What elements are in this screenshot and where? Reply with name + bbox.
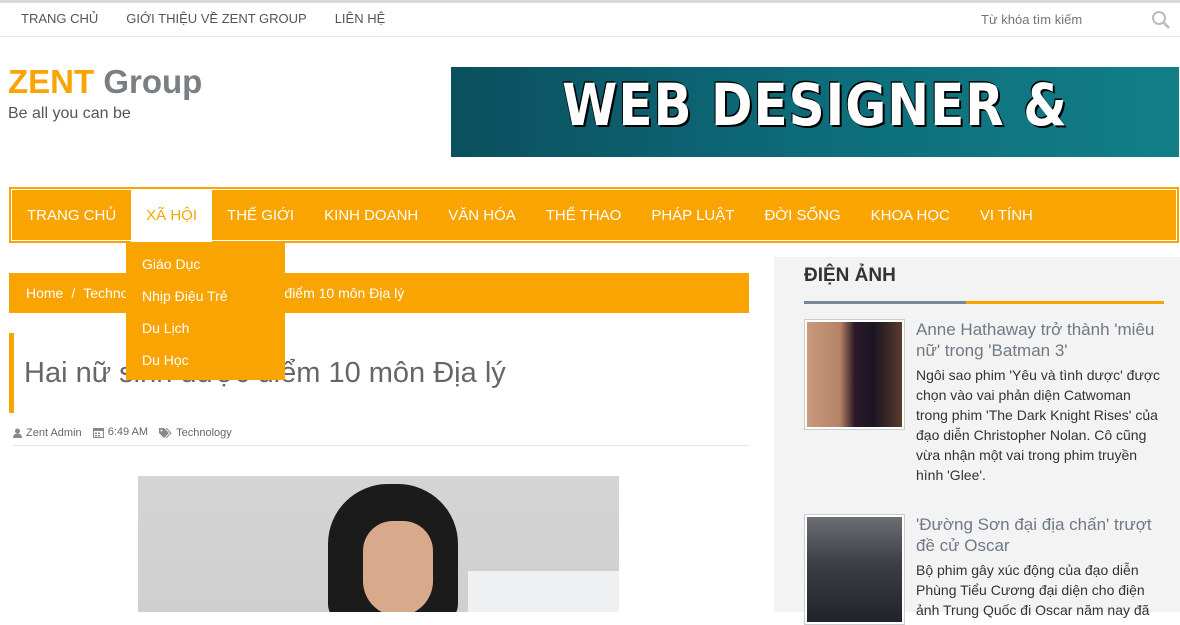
news-thumbnail[interactable] bbox=[804, 514, 905, 625]
top-link-home[interactable]: TRANG CHỦ bbox=[0, 3, 112, 36]
main-nav: TRANG CHỦ XÃ HỘI THẾ GIỚI KINH DOANH VĂN… bbox=[9, 187, 1179, 243]
post-category[interactable]: Technology bbox=[159, 427, 232, 439]
top-link-contact[interactable]: LIÊN HỆ bbox=[321, 3, 400, 36]
calendar-icon bbox=[92, 427, 104, 438]
post-meta: Zent Admin 6:49 AM Technology bbox=[13, 426, 749, 446]
dropdown-item-giao-duc[interactable]: Giáo Dục bbox=[126, 248, 285, 280]
search-input[interactable] bbox=[981, 12, 1146, 27]
top-bar: TRANG CHỦ GIỚI THIỆU VỀ ZENT GROUP LIÊN … bbox=[0, 0, 1180, 37]
news-thumbnail[interactable] bbox=[804, 319, 905, 430]
post-title: Hai nữ sinh được điểm 10 môn Địa lý bbox=[9, 333, 749, 413]
dropdown-item-nhip-dieu-tre[interactable]: Nhịp Điệu Trẻ bbox=[126, 280, 285, 312]
nav-item-vi-tinh[interactable]: VI TÍNH bbox=[965, 190, 1048, 242]
nav-dropdown-xa-hoi: Giáo Dục Nhịp Điệu Trẻ Du Lịch Du Học bbox=[126, 242, 285, 380]
post-author-name: Zent Admin bbox=[26, 426, 82, 439]
nav-item-khoa-hoc[interactable]: KHOA HỌC bbox=[856, 190, 965, 242]
breadcrumb-category[interactable]: Techno bbox=[83, 285, 128, 301]
widget-underline bbox=[804, 301, 1164, 304]
nav-item-doi-song[interactable]: ĐỜI SỐNG bbox=[749, 190, 855, 242]
dropdown-item-du-hoc[interactable]: Du Học bbox=[126, 344, 285, 376]
breadcrumb-home[interactable]: Home bbox=[26, 285, 63, 301]
post-time: 6:49 AM bbox=[92, 426, 149, 438]
breadcrumb: Home / Techno điểm 10 môn Địa lý bbox=[9, 273, 749, 313]
nav-item-the-gioi[interactable]: THẾ GIỚI bbox=[212, 190, 309, 242]
news-description: Bộ phim gây xúc động của đạo diễn Phùng … bbox=[916, 562, 1150, 618]
nav-item-kinh-doanh[interactable]: KINH DOANH bbox=[309, 190, 433, 242]
site-tagline: Be all you can be bbox=[8, 105, 131, 122]
nav-item-xa-hoi[interactable]: XÃ HỘI bbox=[131, 190, 213, 242]
widget-title: ĐIỆN ẢNH bbox=[804, 265, 896, 286]
search-icon[interactable] bbox=[1150, 9, 1172, 31]
tags-icon bbox=[159, 427, 172, 438]
nav-item-trang-chu[interactable]: TRANG CHỦ bbox=[12, 190, 131, 242]
logo-group: Group bbox=[103, 63, 203, 100]
user-icon bbox=[13, 428, 22, 438]
breadcrumb-current: điểm 10 môn Địa lý bbox=[284, 285, 405, 301]
site-logo[interactable]: ZENT Group bbox=[8, 62, 202, 102]
news-description: Ngôi sao phim 'Yêu và tình dược' được ch… bbox=[916, 367, 1161, 483]
brand: ZENT Group Be all you can be bbox=[8, 62, 202, 123]
nav-item-the-thao[interactable]: THỂ THAO bbox=[531, 190, 637, 242]
top-nav: TRANG CHỦ GIỚI THIỆU VỀ ZENT GROUP LIÊN … bbox=[0, 3, 399, 36]
post-author[interactable]: Zent Admin bbox=[13, 427, 82, 439]
news-title[interactable]: 'Đường Sơn đại địa chấn' trượt đề cử Osc… bbox=[916, 514, 1166, 556]
banner-text: WEB DESIGNER & DEVELOPER bbox=[562, 71, 1068, 139]
post-time-value: 6:49 AM bbox=[107, 426, 149, 438]
nav-item-van-hoa[interactable]: VĂN HÓA bbox=[433, 190, 531, 242]
logo-zent: ZENT bbox=[8, 63, 95, 100]
search-box bbox=[981, 11, 1176, 33]
post-image bbox=[138, 476, 619, 612]
nav-item-phap-luat[interactable]: PHÁP LUẬT bbox=[636, 190, 749, 242]
top-link-about[interactable]: GIỚI THIỆU VỀ ZENT GROUP bbox=[112, 3, 320, 36]
news-title[interactable]: Anne Hathaway trở thành 'miêu nữ' trong … bbox=[916, 319, 1166, 361]
header-banner[interactable]: WEB DESIGNER & DEVELOPER bbox=[451, 67, 1179, 157]
dropdown-item-du-lich[interactable]: Du Lịch bbox=[126, 312, 285, 344]
post-category-name: Technology bbox=[176, 426, 232, 439]
